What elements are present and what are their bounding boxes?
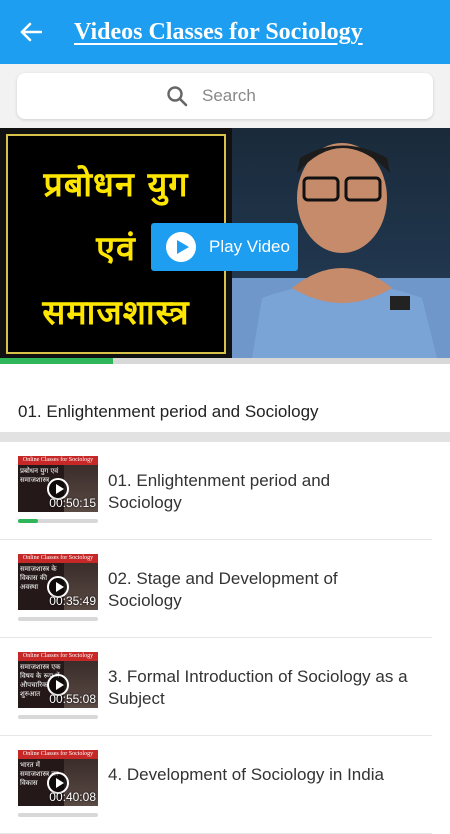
- section-divider: [0, 432, 450, 442]
- video-duration: 00:55:08: [49, 692, 96, 706]
- video-duration: 00:40:08: [49, 790, 96, 804]
- video-thumbnail[interactable]: Online Classes for Sociology समाजशास्त्र …: [18, 652, 98, 708]
- search-bar-container: [0, 64, 450, 128]
- playback-progress-fill: [0, 358, 113, 364]
- arrow-back-icon: [20, 22, 42, 42]
- video-player[interactable]: प्रबोधन युग एवं समाजशास्त्र Play Video: [0, 128, 450, 358]
- search-bar[interactable]: [17, 73, 433, 119]
- search-icon: [167, 86, 188, 107]
- watch-progress-fill: [18, 519, 38, 523]
- watch-progress-bar: [18, 617, 98, 621]
- video-list-item[interactable]: Online Classes for Sociology समाजशास्त्र …: [0, 638, 432, 736]
- now-playing-title: 01. Enlightenment period and Sociology: [18, 402, 319, 421]
- video-title: 01. Enlightenment period and Sociology: [108, 471, 331, 512]
- play-video-button[interactable]: Play Video: [151, 223, 298, 271]
- thumbnail-banner: Online Classes for Sociology: [18, 750, 98, 759]
- video-duration: 00:35:49: [49, 594, 96, 608]
- video-title: 4. Development of Sociology in India: [108, 765, 384, 784]
- video-list-item[interactable]: Online Classes for Sociology प्रबोधन युग …: [0, 442, 432, 540]
- search-input[interactable]: [200, 85, 284, 107]
- video-title: 3. Formal Introduction of Sociology as a…: [108, 667, 408, 708]
- video-title: 02. Stage and Development of Sociology: [108, 569, 338, 610]
- thumbnail-banner: Online Classes for Sociology: [18, 456, 98, 465]
- watch-progress-bar: [18, 813, 98, 817]
- title-card-line-3: समाजशास्त्र: [42, 293, 190, 333]
- video-thumbnail[interactable]: Online Classes for Sociology भारत में समा…: [18, 750, 98, 806]
- playback-progress-bar[interactable]: [0, 358, 450, 364]
- video-thumbnail[interactable]: Online Classes for Sociology समाजशास्त्र …: [18, 554, 98, 610]
- video-list: Online Classes for Sociology प्रबोधन युग …: [0, 442, 450, 834]
- video-list-item[interactable]: Online Classes for Sociology समाजशास्त्र …: [0, 540, 432, 638]
- play-circle-icon: [166, 232, 196, 262]
- watch-progress-bar: [18, 715, 98, 719]
- app-bar: Videos Classes for Sociology: [0, 0, 450, 64]
- video-thumbnail[interactable]: Online Classes for Sociology प्रबोधन युग …: [18, 456, 98, 512]
- back-button[interactable]: [0, 0, 62, 64]
- thumbnail-banner: Online Classes for Sociology: [18, 652, 98, 661]
- video-duration: 00:50:15: [49, 496, 96, 510]
- title-card-line-1: प्रबोधन युग: [43, 165, 189, 205]
- play-video-label: Play Video: [209, 237, 290, 256]
- watch-progress-bar: [18, 519, 98, 523]
- video-list-item[interactable]: Online Classes for Sociology भारत में समा…: [0, 736, 432, 834]
- page-title: Videos Classes for Sociology: [74, 18, 363, 45]
- thumbnail-banner: Online Classes for Sociology: [18, 554, 98, 563]
